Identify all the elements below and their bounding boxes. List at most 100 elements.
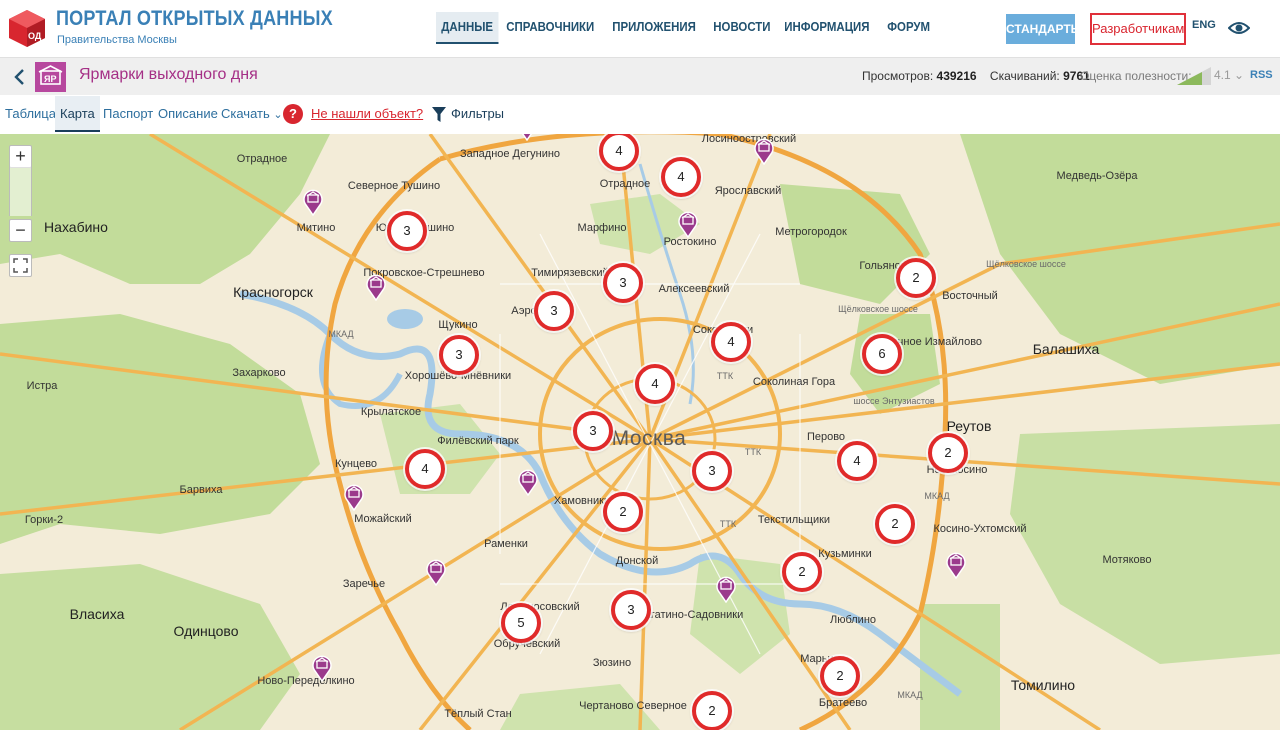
cluster-marker[interactable]: 3 [611, 590, 651, 630]
cluster-marker[interactable]: 3 [439, 335, 479, 375]
cluster-marker[interactable]: 3 [603, 263, 643, 303]
nav-item-apps[interactable]: ПРИЛОЖЕНИЯ [607, 12, 701, 44]
tab-table[interactable]: Таблица [5, 96, 56, 132]
main-nav: ДАННЫЕ СПРАВОЧНИКИ ПРИЛОЖЕНИЯ НОВОСТИ ИН… [436, 12, 936, 44]
fair-marker-icon[interactable] [425, 558, 447, 587]
place-label: Москва [611, 427, 687, 450]
fullscreen-icon [13, 258, 28, 273]
cluster-marker[interactable]: 4 [837, 441, 877, 481]
rating-dropdown[interactable]: 4.1 ⌄ [1214, 68, 1244, 82]
road-label: ТТК [716, 371, 734, 381]
cluster-marker[interactable]: 2 [875, 504, 915, 544]
cluster-marker[interactable]: 4 [661, 157, 701, 197]
place-label: Филёвский парк [437, 435, 519, 447]
cluster-marker[interactable]: 3 [573, 411, 613, 451]
place-label: Крылатское [360, 406, 422, 418]
place-label: Горки-2 [24, 514, 64, 526]
cluster-marker[interactable]: 2 [896, 258, 936, 298]
zoom-out-button[interactable]: − [9, 219, 32, 242]
cluster-marker[interactable]: 4 [711, 322, 751, 362]
tab-description[interactable]: Описание [158, 96, 218, 132]
help-icon[interactable]: ? [283, 104, 303, 124]
place-label: Мотяково [1102, 554, 1152, 566]
fair-marker-icon[interactable] [311, 654, 333, 683]
cluster-marker[interactable]: 5 [501, 603, 541, 643]
rating-value: 4.1 [1214, 68, 1231, 82]
cluster-marker[interactable]: 4 [405, 449, 445, 489]
cluster-marker[interactable]: 2 [692, 691, 732, 730]
place-label: Хамовники [553, 495, 611, 507]
standards-button[interactable]: СТАНДАРТЫ [1006, 14, 1082, 44]
cluster-marker[interactable]: 6 [862, 334, 902, 374]
nav-item-info[interactable]: ИНФОРМАЦИЯ [779, 12, 875, 44]
fair-marker-icon[interactable] [677, 210, 699, 239]
place-label: Кунцево [334, 458, 378, 470]
cluster-marker[interactable]: 2 [820, 656, 860, 696]
place-label: Косино-Ухтомский [933, 523, 1027, 535]
rss-link[interactable]: RSS [1250, 69, 1273, 81]
cluster-marker[interactable]: 3 [387, 211, 427, 251]
zoom-slider[interactable] [9, 166, 32, 216]
place-label: Марфино [577, 222, 627, 234]
fair-marker-icon[interactable] [753, 137, 775, 166]
road-label: ТТК [744, 447, 762, 457]
nav-item-forum[interactable]: ФОРУМ [882, 12, 935, 44]
not-found-link[interactable]: Не нашли объект? [311, 96, 423, 132]
river-bend-strogino [319, 332, 403, 409]
fullscreen-button[interactable] [9, 254, 32, 277]
place-label: Братеево [818, 697, 868, 709]
zoom-in-button[interactable]: + [9, 145, 32, 168]
road-label: шоссе Энтузиастов [853, 396, 935, 406]
views-label: Просмотров: [862, 69, 934, 83]
tab-download[interactable]: Скачать ⌄ [221, 96, 283, 132]
place-label: Тимирязевский [531, 267, 609, 279]
place-label: Истра [26, 380, 58, 392]
cluster-marker[interactable]: 3 [692, 451, 732, 491]
cluster-marker[interactable]: 3 [534, 291, 574, 331]
place-label: Лосиноостровский [701, 134, 797, 145]
filter-icon[interactable] [432, 107, 446, 123]
filters-button[interactable]: Фильтры [451, 96, 504, 132]
portal-title[interactable]: ПОРТАЛ ОТКРЫТЫХ ДАННЫХ [56, 7, 333, 31]
top-header: ОД ПОРТАЛ ОТКРЫТЫХ ДАННЫХ Правительства … [0, 0, 1280, 57]
nav-item-news[interactable]: НОВОСТИ [708, 12, 776, 44]
place-label: Одинцово [173, 623, 239, 639]
fair-marker-icon[interactable] [517, 468, 539, 497]
cluster-marker[interactable]: 2 [782, 552, 822, 592]
dataset-bar: ЯР Ярмарки выходного дня Просмотров: 439… [0, 57, 1280, 95]
place-label: Раменки [484, 538, 528, 550]
back-arrow-icon[interactable] [12, 67, 28, 87]
forest-area [1010, 424, 1280, 664]
dataset-title: Ярмарки выходного дня [79, 66, 258, 83]
place-label: Красногорск [233, 284, 313, 300]
place-label: Аэро [511, 305, 537, 317]
fair-marker-icon[interactable] [945, 551, 967, 580]
cluster-marker[interactable]: 4 [635, 364, 675, 404]
cluster-marker[interactable]: 2 [603, 492, 643, 532]
portal-logo-icon[interactable]: ОД [7, 8, 47, 48]
tab-map[interactable]: Карта [55, 96, 100, 132]
tab-passport[interactable]: Паспорт [103, 96, 153, 132]
nav-item-directories[interactable]: СПРАВОЧНИКИ [501, 12, 600, 44]
view-tabs: Таблица Карта Паспорт Описание Скачать ⌄… [0, 96, 1280, 134]
road-label: МКАД [328, 329, 354, 339]
eye-icon[interactable] [1228, 19, 1250, 37]
place-label: Реутов [946, 418, 992, 434]
chevron-down-icon: ⌄ [273, 109, 283, 121]
place-label: Западное Дегунино [459, 148, 561, 160]
developers-button[interactable]: Разработчикам [1090, 13, 1186, 45]
map-view[interactable]: Лосиноостровский Западное Дегунино Отрадно… [0, 134, 1280, 730]
place-label: Власиха [69, 606, 125, 622]
nav-item-data[interactable]: ДАННЫЕ [436, 12, 499, 44]
place-label: Донской [615, 555, 659, 567]
place-label: Восточный [942, 290, 998, 302]
fair-marker-icon[interactable] [715, 575, 737, 604]
fair-marker-icon[interactable] [343, 483, 365, 512]
fair-marker-icon[interactable] [365, 273, 387, 302]
cluster-marker[interactable]: 2 [928, 433, 968, 473]
language-switch[interactable]: ENG [1192, 19, 1216, 31]
fair-marker-icon[interactable] [302, 188, 324, 217]
fair-marker-icon[interactable] [516, 134, 538, 142]
place-label: Митино [296, 222, 336, 234]
place-label: Алексеевский [658, 283, 730, 295]
